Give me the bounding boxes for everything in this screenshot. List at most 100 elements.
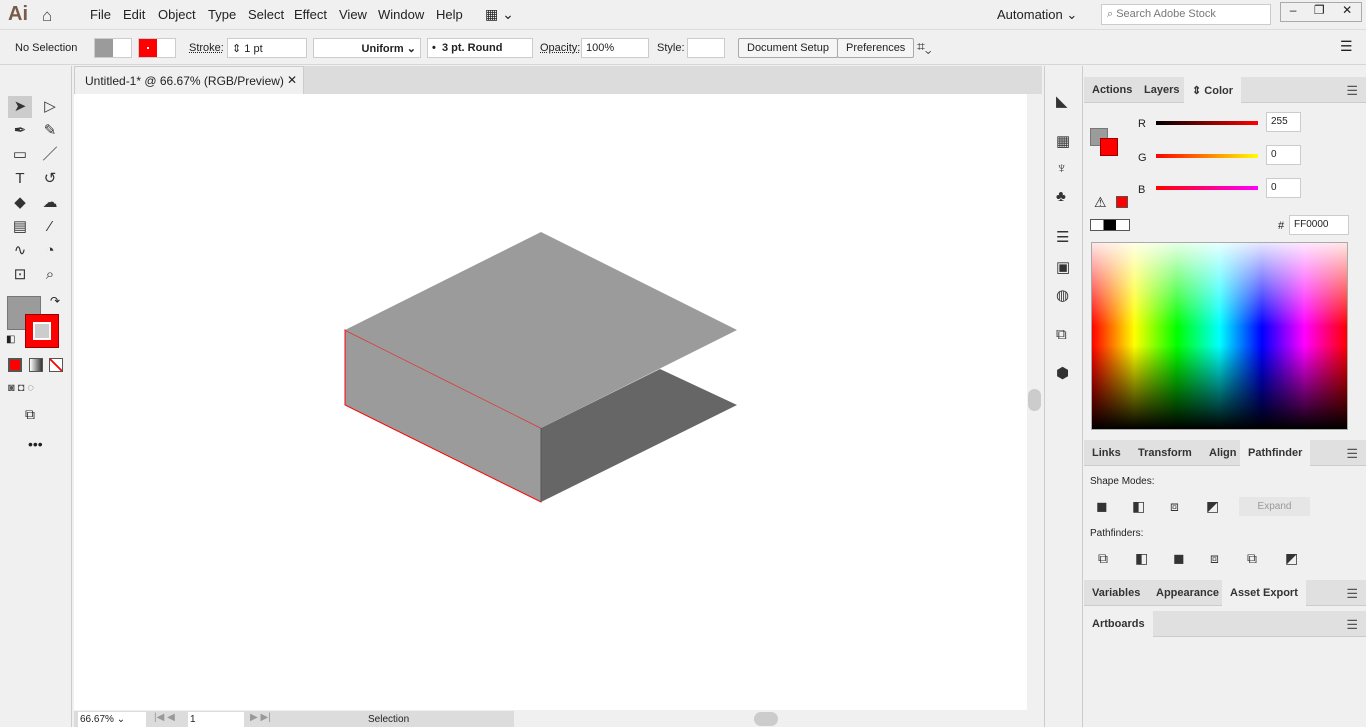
tab-variables[interactable]: Variables (1084, 580, 1148, 606)
stroke-weight-input[interactable]: ⇕ 1 pt (227, 38, 307, 58)
menu-file[interactable]: File (90, 7, 111, 22)
none-black-white-swatches[interactable] (1090, 219, 1130, 231)
color-mode-icon[interactable] (8, 358, 22, 372)
swatches-panel-icon[interactable]: ▦ (1056, 132, 1070, 150)
tab-transform[interactable]: Transform (1130, 440, 1200, 466)
panel-menu-icon[interactable]: ☰ (1346, 83, 1358, 99)
artboard-number-dropdown[interactable]: 1 (188, 712, 244, 727)
minus-back-icon[interactable]: ◩ (1285, 550, 1298, 567)
draw-modes-icon[interactable]: ◙ ◘ ◌ (8, 382, 34, 394)
tab-asset-export[interactable]: Asset Export (1222, 580, 1306, 606)
close-button[interactable]: ✕ (1342, 3, 1352, 21)
tab-links[interactable]: Links (1084, 440, 1129, 466)
tab-color[interactable]: ⇕ Color (1184, 77, 1242, 103)
gamut-color-swatch[interactable] (1116, 196, 1128, 208)
none-mode-icon[interactable] (49, 358, 63, 372)
stroke-panel-icon[interactable]: ☰ (1056, 228, 1069, 246)
tab-align[interactable]: Align (1201, 440, 1245, 466)
pathfinder-menu-icon[interactable]: ☰ (1346, 446, 1358, 462)
zoom-tool-icon[interactable]: ⌕ (38, 264, 62, 286)
search-stock-input[interactable]: ⌕ Search Adobe Stock (1101, 4, 1271, 25)
preferences-button[interactable]: Preferences (837, 38, 915, 58)
select-similar-icon[interactable]: ⌗⌄ (917, 38, 932, 55)
tab-actions[interactable]: Actions (1084, 77, 1140, 103)
menu-object[interactable]: Object (158, 7, 196, 22)
menu-view[interactable]: View (339, 7, 367, 22)
document-tab[interactable]: Untitled-1* @ 66.67% (RGB/Preview) ✕ (74, 66, 304, 94)
r-input[interactable]: 255 (1266, 112, 1301, 132)
g-slider[interactable] (1156, 154, 1258, 158)
pen-tool-icon[interactable]: ✒ (8, 120, 32, 142)
artboard-canvas[interactable] (74, 94, 1027, 710)
selection-tool-icon[interactable]: ➤ (8, 96, 32, 118)
next-last-artboard-icon[interactable]: ▶ ▶| (250, 712, 271, 723)
crop-icon[interactable]: ⧈ (1210, 550, 1219, 567)
gradient-panel-icon[interactable]: ◣ (1056, 92, 1068, 110)
tab-appearance[interactable]: Appearance (1148, 580, 1227, 606)
more-tools-icon[interactable]: ••• (28, 436, 43, 452)
shape-builder-tool-icon[interactable]: ◔ (38, 240, 62, 262)
out-of-gamut-warning-icon[interactable]: ⚠ (1094, 194, 1107, 211)
screen-mode-icon[interactable]: ⧉ (25, 406, 35, 423)
stroke-swatch[interactable] (138, 38, 176, 58)
menu-select[interactable]: Select (248, 7, 284, 22)
asset-menu-icon[interactable]: ☰ (1346, 586, 1358, 602)
artboard-tool-icon[interactable]: ⊡ (8, 264, 32, 286)
opacity-input[interactable]: 100% (581, 38, 649, 58)
merge-icon[interactable]: ◼ (1173, 550, 1185, 567)
document-setup-button[interactable]: Document Setup (738, 38, 838, 58)
horizontal-scrollbar[interactable] (514, 711, 1042, 727)
color-stroke-box[interactable] (1100, 138, 1118, 156)
unite-icon[interactable]: ◼ (1096, 498, 1108, 515)
arrange-documents-icon[interactable]: ▦ ⌄ (485, 6, 514, 23)
minimize-button[interactable]: – (1290, 3, 1297, 21)
type-tool-icon[interactable]: T (8, 168, 32, 190)
first-prev-artboard-icon[interactable]: |◀ ◀ (154, 712, 175, 723)
menu-window[interactable]: Window (378, 7, 424, 22)
hex-input[interactable]: FF0000 (1289, 215, 1349, 235)
variable-width-profile[interactable]: Uniform ⌄ (313, 38, 421, 58)
minus-front-icon[interactable]: ◧ (1132, 498, 1145, 515)
tab-pathfinder[interactable]: Pathfinder (1240, 440, 1311, 466)
tab-layers[interactable]: Layers (1136, 77, 1187, 103)
tab-artboards[interactable]: Artboards (1084, 611, 1153, 637)
gradient-tool-icon[interactable]: ▤ (8, 216, 32, 238)
restore-button[interactable]: ❐ (1314, 3, 1325, 21)
eraser-tool-icon[interactable]: ◆ (8, 192, 32, 214)
intersect-icon[interactable]: ⧈ (1170, 498, 1179, 515)
artboards-menu-icon[interactable]: ☰ (1346, 617, 1358, 633)
3d-panel-icon[interactable]: ⬢ (1056, 364, 1069, 382)
menu-type[interactable]: Type (208, 7, 236, 22)
menu-help[interactable]: Help (436, 7, 463, 22)
vertical-scrollbar[interactable] (1027, 94, 1042, 710)
workspace-switcher[interactable]: Automation ⌄ (997, 7, 1077, 23)
stroke-label[interactable]: Stroke: (189, 42, 224, 54)
current-tool-status[interactable]: Selection (368, 714, 409, 725)
g-input[interactable]: 0 (1266, 145, 1301, 165)
brushes-panel-icon[interactable]: ♆ (1056, 160, 1067, 177)
outline-icon[interactable]: ⧉ (1247, 550, 1257, 567)
trim-icon[interactable]: ◧ (1135, 550, 1148, 567)
zoom-level-dropdown[interactable]: 66.67% ⌄ (78, 712, 146, 727)
transparency-panel-icon[interactable]: ◍ (1056, 286, 1069, 304)
opacity-label[interactable]: Opacity: (540, 42, 580, 54)
stroke-color-box[interactable] (25, 314, 59, 348)
control-menu-icon[interactable]: ☰ (1340, 38, 1353, 55)
puppet-warp-tool-icon[interactable]: ☁ (38, 192, 62, 214)
rectangle-tool-icon[interactable]: ▭ (8, 144, 32, 166)
default-colors-icon[interactable]: ◧ (6, 334, 15, 345)
color-spectrum[interactable] (1091, 242, 1348, 430)
divide-icon[interactable]: ⧉ (1098, 550, 1108, 567)
gradient-icon[interactable]: ▣ (1056, 258, 1070, 276)
blend-tool-icon[interactable]: ∿ (8, 240, 32, 262)
r-slider[interactable] (1156, 121, 1258, 125)
exclude-icon[interactable]: ◩ (1206, 498, 1219, 515)
fill-swatch[interactable] (94, 38, 132, 58)
brush-definition[interactable]: • 3 pt. Round (427, 38, 533, 58)
artboards-panel-icon[interactable]: ⧉ (1056, 326, 1067, 343)
style-dropdown[interactable] (687, 38, 725, 58)
home-icon[interactable]: ⌂ (42, 6, 52, 26)
horizontal-scroll-thumb[interactable] (754, 712, 778, 726)
direct-selection-tool-icon[interactable]: ▷ (38, 96, 62, 118)
vertical-scroll-thumb[interactable] (1028, 389, 1041, 411)
